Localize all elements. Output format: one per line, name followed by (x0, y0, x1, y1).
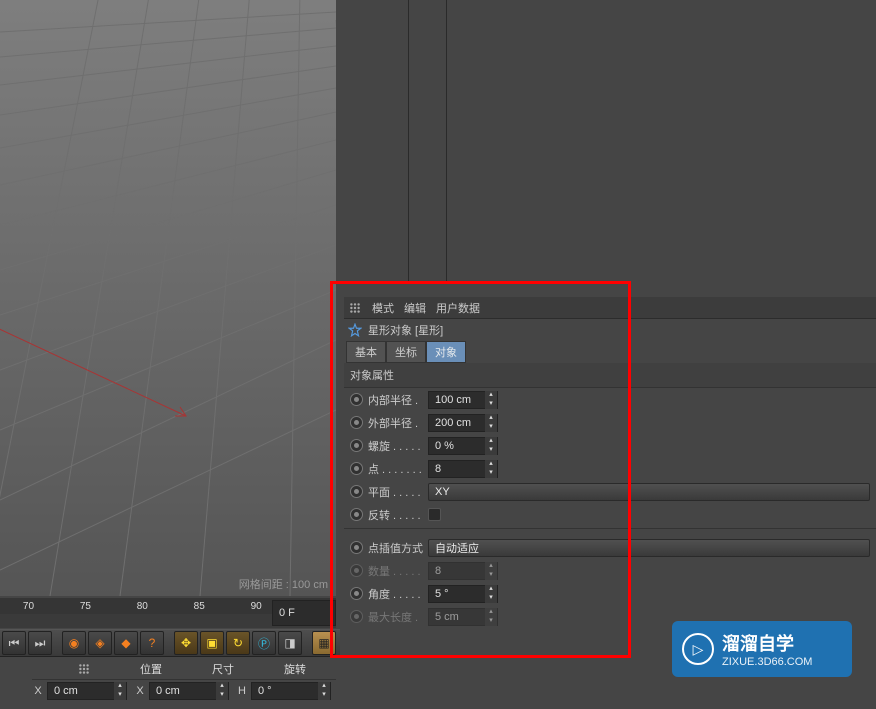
section-title: 对象属性 (344, 363, 876, 388)
right-panel-top (336, 0, 876, 283)
dropdown-interp[interactable]: 自动适应 (428, 539, 870, 557)
viewport-3d[interactable]: 网格间距 : 100 cm (0, 0, 336, 596)
current-frame-field[interactable]: 0 F (272, 600, 336, 626)
watermark-sub: ZIXUE.3D66.COM (722, 656, 812, 668)
prop-bullet-icon (350, 610, 363, 623)
input-pos-x[interactable]: 0 cm▴▾ (47, 682, 127, 700)
prop-bullet-icon[interactable] (350, 393, 363, 406)
param-icon[interactable]: Ⓟ (252, 631, 276, 655)
prop-bullet-icon[interactable] (350, 462, 363, 475)
input-twist[interactable]: 0 % ▴▾ (428, 437, 498, 455)
watermark-badge: ▷ 溜溜自学 ZIXUE.3D66.COM (672, 621, 852, 677)
tab-coord[interactable]: 坐标 (386, 341, 426, 363)
input-number: 8 ▴▾ (428, 562, 498, 580)
toolbar: ⏮ ⏭ ◉ ◈ ◆ ? ✥ ▣ ↻ Ⓟ ◨ ▦ (0, 629, 340, 657)
axis-x-label: X (134, 685, 146, 697)
coordinates-panel: 位置 尺寸 旋转 X 0 cm▴▾ X 0 cm▴▾ H 0 °▴▾ (32, 658, 336, 706)
label-number: 数量 . . . . . (368, 563, 428, 579)
label-maxlength: 最大长度 . (368, 609, 428, 625)
header-rotation: 旋转 (264, 661, 336, 677)
object-title: 星形对象 [星形] (368, 322, 443, 338)
move-icon[interactable]: ✥ (174, 631, 198, 655)
scale-icon[interactable]: ▣ (200, 631, 224, 655)
input-rot-h[interactable]: 0 °▴▾ (251, 682, 331, 700)
tab-object[interactable]: 对象 (426, 341, 466, 363)
extra-tool-icon[interactable]: ▦ (312, 631, 336, 655)
input-angle[interactable]: 5 ° ▴▾ (428, 585, 498, 603)
label-points: 点 . . . . . . . (368, 461, 428, 477)
label-reverse: 反转 . . . . . (368, 507, 428, 523)
object-title-row: 星形对象 [星形] (344, 319, 876, 341)
watermark-title: 溜溜自学 (722, 630, 812, 656)
label-angle: 角度 . . . . . (368, 586, 428, 602)
label-twist: 螺旋 . . . . . (368, 438, 428, 454)
pla-icon[interactable]: ◨ (278, 631, 302, 655)
menu-edit[interactable]: 编辑 (404, 300, 426, 316)
grip-icon (348, 301, 362, 315)
prop-bullet-icon[interactable] (350, 541, 363, 554)
record-icon[interactable]: ◉ (62, 631, 86, 655)
label-inner-radius: 内部半径 . (368, 392, 428, 408)
axis-h-label: H (236, 685, 248, 697)
menu-user-data[interactable]: 用户数据 (436, 300, 480, 316)
prop-bullet-icon[interactable] (350, 439, 363, 452)
prop-bullet-icon (350, 564, 363, 577)
prop-bullet-icon[interactable] (350, 416, 363, 429)
label-interp: 点插值方式 (368, 540, 428, 556)
autokey-icon[interactable]: ◈ (88, 631, 112, 655)
header-position: 位置 (120, 661, 192, 677)
keyframe-icon[interactable]: ◆ (114, 631, 138, 655)
dropdown-plane[interactable]: XY (428, 483, 870, 501)
input-inner-radius[interactable]: 100 cm ▴▾ (428, 391, 498, 409)
label-outer-radius: 外部半径 . (368, 415, 428, 431)
tab-basic[interactable]: 基本 (346, 341, 386, 363)
label-plane: 平面 . . . . . (368, 484, 428, 500)
star-icon (348, 323, 362, 337)
axis-x-label: X (32, 685, 44, 697)
rotate-icon[interactable]: ↻ (226, 631, 250, 655)
input-points[interactable]: 8 ▴▾ (428, 460, 498, 478)
attr-header: 模式 编辑 用户数据 (344, 297, 876, 319)
grid-info-label: 网格间距 : 100 cm (239, 576, 328, 592)
goto-start-icon[interactable]: ⏮ (2, 631, 26, 655)
attribute-manager: 模式 编辑 用户数据 星形对象 [星形] 基本 坐标 对象 对象属性 内部半径 … (344, 297, 876, 637)
input-outer-radius[interactable]: 200 cm ▴▾ (428, 414, 498, 432)
checkbox-reverse[interactable] (428, 508, 441, 521)
input-maxlength: 5 cm ▴▾ (428, 608, 498, 626)
input-scale-x[interactable]: 0 cm▴▾ (149, 682, 229, 700)
options-icon[interactable]: ? (140, 631, 164, 655)
prop-bullet-icon[interactable] (350, 508, 363, 521)
attr-tabs: 基本 坐标 对象 (344, 341, 876, 363)
header-scale: 尺寸 (192, 661, 264, 677)
menu-mode[interactable]: 模式 (372, 300, 394, 316)
play-icon: ▷ (682, 633, 714, 665)
grip-icon (38, 662, 110, 676)
prop-bullet-icon[interactable] (350, 587, 363, 600)
goto-end-icon[interactable]: ⏭ (28, 631, 52, 655)
prop-bullet-icon[interactable] (350, 485, 363, 498)
